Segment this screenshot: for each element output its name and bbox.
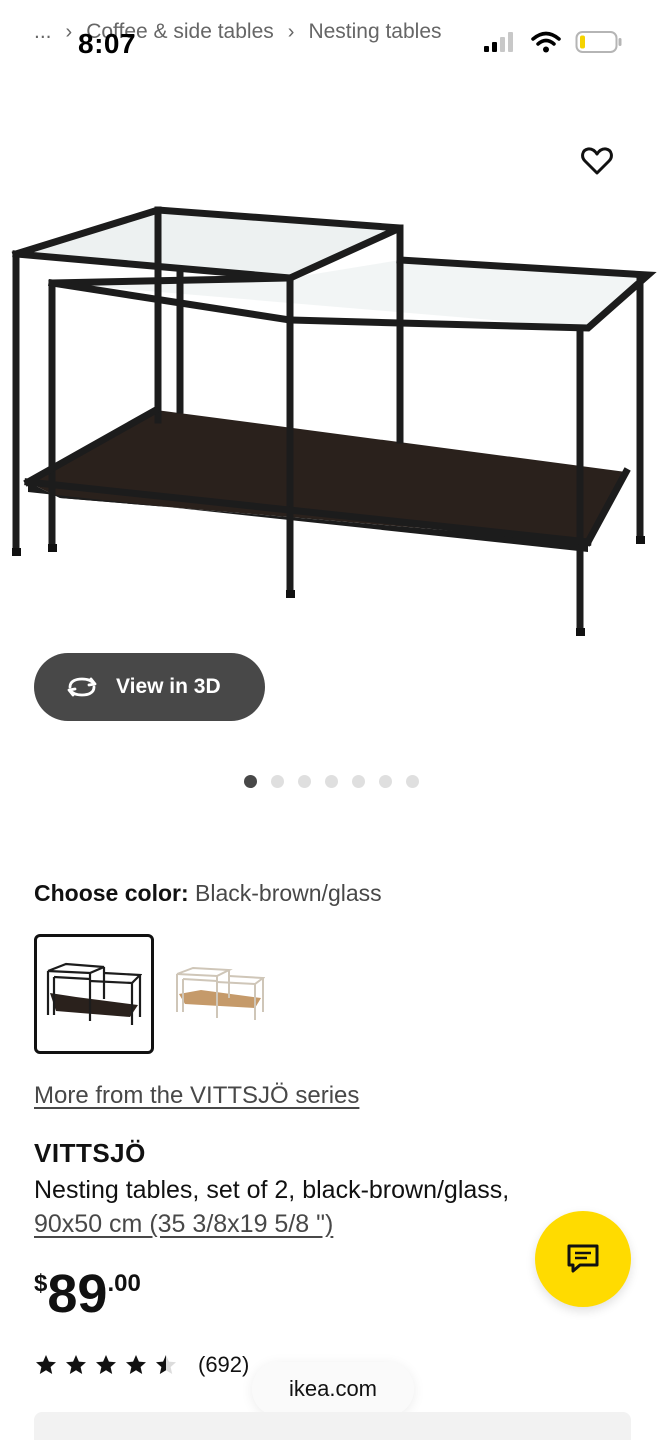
breadcrumb-item-nesting-tables[interactable]: Nesting tables <box>308 20 441 44</box>
swatch-thumbnail-black-brown <box>46 962 142 1025</box>
color-swatch-white-oak[interactable] <box>160 934 280 1054</box>
gallery-dot-2[interactable] <box>271 775 284 788</box>
gallery-dot-6[interactable] <box>379 775 392 788</box>
browser-url-pill[interactable]: ikea.com <box>252 1362 414 1416</box>
series-link[interactable]: More from the VITTSJÖ series <box>34 1082 359 1110</box>
choose-color: Choose color: Black-brown/glass <box>34 880 382 907</box>
rating-count: (692) <box>198 1352 250 1377</box>
product-description: Nesting tables, set of 2, black-brown/gl… <box>34 1173 594 1241</box>
swatch-thumbnail-white-oak <box>176 966 265 1020</box>
product-price: $ 89 .00 <box>34 1264 141 1324</box>
bottom-card <box>34 1412 631 1440</box>
choose-color-label: Choose color: <box>34 880 189 906</box>
price-decimal: .00 <box>107 1270 141 1297</box>
half-star-icon <box>156 1355 176 1374</box>
gallery-dot-4[interactable] <box>325 775 338 788</box>
favorite-button[interactable] <box>574 138 620 184</box>
breadcrumb-ellipsis[interactable]: ... <box>34 20 52 44</box>
heart-icon <box>581 147 613 175</box>
price-integer: 89 <box>47 1264 108 1324</box>
star-icon <box>96 1355 116 1374</box>
color-swatch-black-brown[interactable] <box>34 934 154 1054</box>
wifi-icon <box>531 31 561 53</box>
product-measurement-link[interactable]: 90x50 cm (35 3/8x19 5/8 ") <box>34 1210 333 1238</box>
star-icon <box>126 1355 146 1374</box>
product-description-text: Nesting tables, set of 2, black-brown/gl… <box>34 1176 510 1204</box>
chat-button[interactable] <box>535 1211 631 1307</box>
gallery-dot-1[interactable] <box>244 775 257 788</box>
chevron-right-icon: › <box>65 20 73 43</box>
product-image[interactable] <box>0 120 665 660</box>
gallery-pagination <box>244 775 419 788</box>
chevron-right-icon: › <box>287 20 295 43</box>
status-bar: ... › Coffee & side tables › Nesting tab… <box>0 0 665 80</box>
product-name: VITTSJÖ <box>34 1138 146 1168</box>
status-time: 8:07 <box>78 28 137 59</box>
star-icon <box>66 1355 86 1374</box>
view-in-3d-label: View in 3D <box>116 675 221 698</box>
product-rating[interactable]: (692) <box>34 1352 249 1378</box>
battery-icon <box>575 31 622 53</box>
gallery-dot-3[interactable] <box>298 775 311 788</box>
rotate-3d-icon <box>67 677 97 697</box>
signal-icon <box>484 32 513 52</box>
choose-color-value: Black-brown/glass <box>195 880 382 906</box>
gallery-dot-7[interactable] <box>406 775 419 788</box>
price-currency: $ <box>34 1270 48 1297</box>
view-in-3d-button[interactable]: View in 3D <box>34 653 265 721</box>
gallery-dot-5[interactable] <box>352 775 365 788</box>
chat-icon <box>567 1244 599 1273</box>
status-icons <box>483 30 623 54</box>
star-icon <box>36 1355 56 1374</box>
